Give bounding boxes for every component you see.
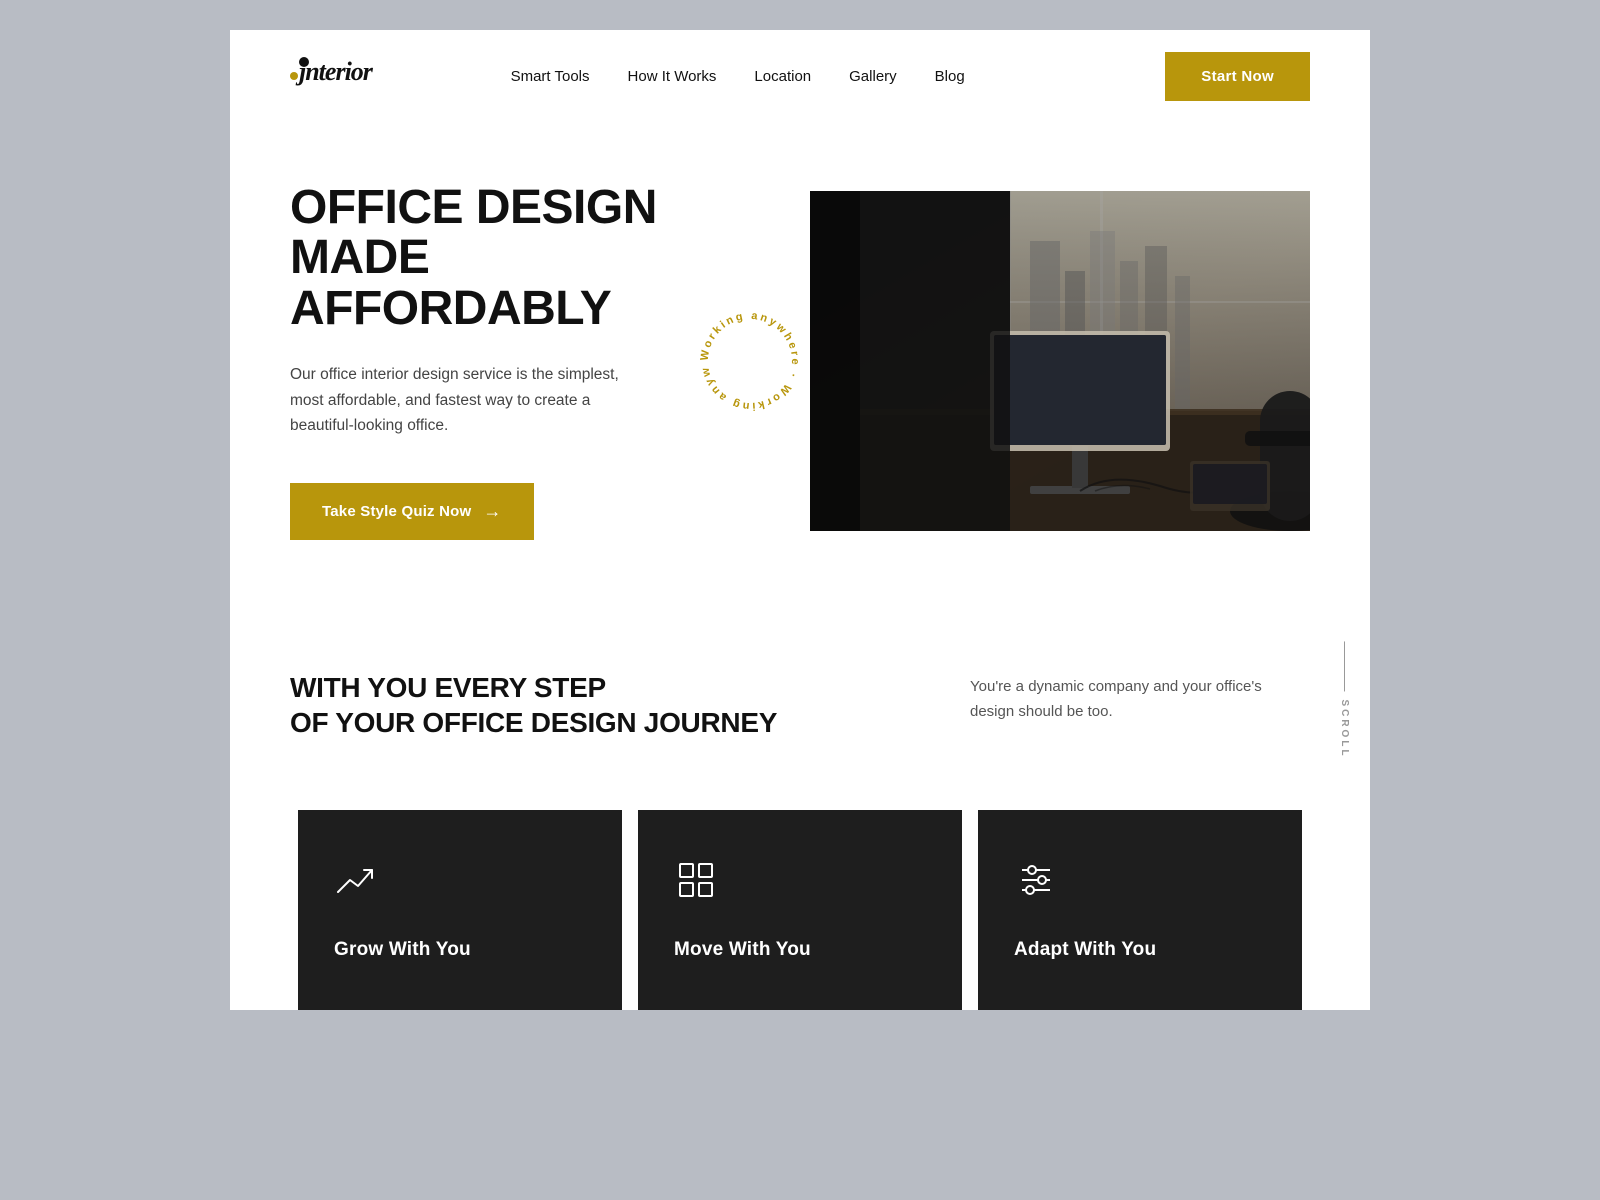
nav-item-location[interactable]: Location (754, 68, 811, 85)
hero-description: Our office interior design service is th… (290, 362, 650, 439)
mid-description: You're a dynamic company and your office… (970, 674, 1310, 725)
mid-content-left: WITH YOU EVERY STEP OF YOUR OFFICE DESIG… (290, 670, 790, 740)
card-adapt-title: Adapt with you (1014, 939, 1156, 961)
card-move: Move with you (638, 810, 962, 1010)
hero-content: OFFICE DESIGN MADE AFFORDABLY Our office… (290, 183, 750, 540)
nav-item-blog[interactable]: Blog (935, 68, 965, 85)
mid-content-right: You're a dynamic company and your office… (970, 670, 1310, 725)
main-nav: Smart Tools How It Works Location Galler… (511, 68, 965, 85)
card-grow: Grow with you (298, 810, 622, 1010)
page-wrapper: jnterior Smart Tools How It Works Locati… (230, 30, 1370, 1010)
nav-item-how-it-works[interactable]: How It Works (628, 68, 717, 85)
logo-text: jnterior (299, 57, 309, 67)
card-move-title: Move with you (674, 939, 811, 961)
mid-title-line1: WITH YOU EVERY STEP (290, 672, 606, 703)
hero-title: OFFICE DESIGN MADE AFFORDABLY (290, 183, 710, 334)
card-grow-title: Grow with you (334, 939, 471, 961)
svg-text:Working anywhere · Working any: Working anywhere · Working anywhere · (690, 301, 801, 412)
header: jnterior Smart Tools How It Works Locati… (230, 30, 1370, 123)
grid-icon (674, 858, 718, 907)
scroll-indicator: SCROLL (1339, 641, 1350, 758)
cards-section: Grow with you Move with you (230, 810, 1370, 1010)
hero-image (810, 191, 1310, 531)
scroll-label: SCROLL (1339, 699, 1350, 758)
scroll-line (1344, 641, 1345, 691)
nav-item-gallery[interactable]: Gallery (849, 68, 897, 85)
trend-up-icon (334, 858, 378, 907)
desk-scene-svg (810, 191, 1310, 531)
arrow-right-icon: → (483, 501, 501, 522)
hero-title-line2: MADE AFFORDABLY (290, 231, 611, 334)
start-now-button[interactable]: Start Now (1165, 52, 1310, 101)
mid-section-title: WITH YOU EVERY STEP OF YOUR OFFICE DESIG… (290, 670, 790, 740)
mid-section: WITH YOU EVERY STEP OF YOUR OFFICE DESIG… (230, 600, 1370, 800)
logo-dot (290, 72, 298, 80)
take-quiz-button[interactable]: Take Style Quiz Now → (290, 483, 534, 540)
mid-title-line2: OF YOUR OFFICE DESIGN JOURNEY (290, 707, 777, 738)
logo: jnterior (290, 57, 310, 97)
circular-badge: Working anywhere · Working anywhere · (690, 301, 810, 421)
sliders-icon (1014, 858, 1058, 907)
card-adapt: Adapt with you (978, 810, 1302, 1010)
hero-section: OFFICE DESIGN MADE AFFORDABLY Our office… (230, 123, 1370, 600)
quiz-button-label: Take Style Quiz Now (322, 503, 471, 520)
hero-title-line1: OFFICE DESIGN (290, 181, 657, 234)
nav-item-smart-tools[interactable]: Smart Tools (511, 68, 590, 85)
